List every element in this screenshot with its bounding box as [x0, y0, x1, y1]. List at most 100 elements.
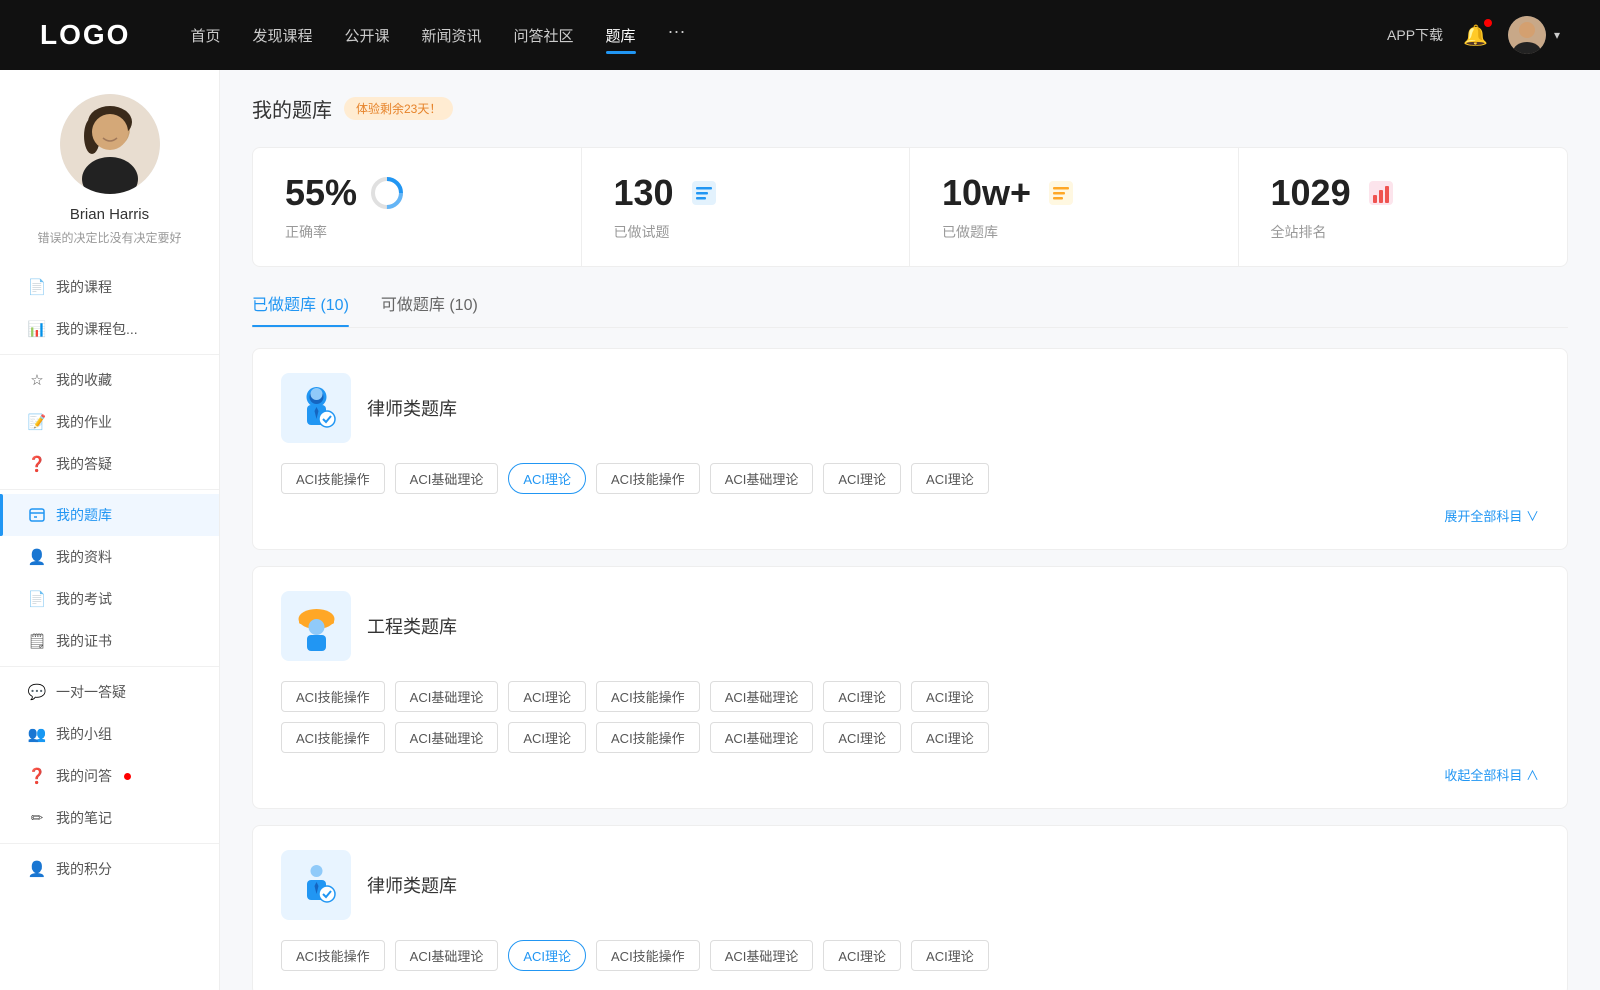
- header-right: APP下载 🔔 ▾: [1387, 16, 1560, 54]
- stat-done-questions: 130 已做试题: [582, 148, 911, 266]
- sidebar-item-label: 我的笔记: [56, 808, 112, 828]
- tag[interactable]: ACI理论: [911, 463, 989, 494]
- nav: 首页 发现课程 公开课 新闻资讯 问答社区 题库 ···: [190, 21, 1347, 50]
- tag-active[interactable]: ACI理论: [508, 463, 586, 494]
- tag[interactable]: ACI理论: [911, 940, 989, 971]
- notification-bell-icon[interactable]: 🔔: [1463, 23, 1488, 48]
- nav-more[interactable]: ···: [668, 21, 686, 50]
- sidebar-item-group[interactable]: 👥 我的小组: [0, 713, 219, 755]
- sidebar-item-label: 我的课程包...: [56, 319, 138, 339]
- engineer-icon: [281, 591, 351, 661]
- sidebar-item-questions[interactable]: ❓ 我的问答: [0, 755, 219, 797]
- expand-link-engineer[interactable]: 收起全部科目 ∧: [281, 765, 1539, 784]
- tag[interactable]: ACI技能操作: [281, 722, 385, 753]
- tag[interactable]: ACI理论: [911, 722, 989, 753]
- nav-qa[interactable]: 问答社区: [514, 21, 574, 50]
- sidebar-item-notes[interactable]: ✏ 我的笔记: [0, 797, 219, 839]
- tag[interactable]: ACI技能操作: [596, 722, 700, 753]
- tag[interactable]: ACI技能操作: [596, 940, 700, 971]
- accuracy-chart-icon: [369, 175, 405, 211]
- tab-available[interactable]: 可做题库 (10): [381, 291, 478, 327]
- main-layout: Brian Harris 错误的决定比没有决定要好 📄 我的课程 📊 我的课程包…: [0, 70, 1600, 990]
- cert-icon: 🗒: [28, 632, 46, 650]
- lawyer-icon-2: [281, 850, 351, 920]
- tag[interactable]: ACI理论: [823, 722, 901, 753]
- nav-open[interactable]: 公开课: [344, 21, 389, 50]
- sidebar-item-qa[interactable]: ❓ 我的答疑: [0, 443, 219, 485]
- stat-accuracy: 55% 正确率: [253, 148, 582, 266]
- sidebar-item-homework[interactable]: 📝 我的作业: [0, 401, 219, 443]
- homework-icon: 📝: [28, 413, 46, 431]
- question-badge: [124, 773, 131, 780]
- tag[interactable]: ACI基础理论: [710, 722, 814, 753]
- trial-badge: 体验剩余23天！: [344, 97, 453, 120]
- divider: [0, 354, 219, 355]
- user-name: Brian Harris: [70, 206, 149, 223]
- nav-discover[interactable]: 发现课程: [252, 21, 312, 50]
- notification-badge: [1484, 19, 1492, 27]
- divider: [0, 666, 219, 667]
- nav-news[interactable]: 新闻资讯: [422, 21, 482, 50]
- tag[interactable]: ACI技能操作: [281, 940, 385, 971]
- stat-banks-label: 已做题库: [942, 222, 1206, 242]
- user-avatar-button[interactable]: ▾: [1508, 16, 1560, 54]
- divider: [0, 843, 219, 844]
- expand-link-lawyer-1[interactable]: 展开全部科目 ∨: [281, 506, 1539, 525]
- list-blue-icon: [686, 175, 722, 211]
- logo: LOGO: [40, 19, 130, 51]
- tag[interactable]: ACI理论: [508, 722, 586, 753]
- tag[interactable]: ACI基础理论: [395, 681, 499, 712]
- tag[interactable]: ACI理论: [823, 681, 901, 712]
- sidebar-item-label: 一对一答疑: [56, 682, 126, 702]
- main-content: 我的题库 体验剩余23天！ 55% 正确率: [220, 70, 1600, 990]
- tag[interactable]: ACI基础理论: [710, 463, 814, 494]
- bank-card-lawyer-2: 律师类题库 ACI技能操作 ACI基础理论 ACI理论 ACI技能操作 ACI基…: [252, 825, 1568, 990]
- tag[interactable]: ACI技能操作: [281, 681, 385, 712]
- user-avatar: [60, 94, 160, 194]
- tag[interactable]: ACI理论: [823, 463, 901, 494]
- sidebar-item-cert[interactable]: 🗒 我的证书: [0, 620, 219, 662]
- sidebar-item-package[interactable]: 📊 我的课程包...: [0, 308, 219, 350]
- bank-card-engineer: 工程类题库 ACI技能操作 ACI基础理论 ACI理论 ACI技能操作 ACI基…: [252, 566, 1568, 809]
- package-icon: 📊: [28, 320, 46, 338]
- stats-row: 55% 正确率 130: [252, 147, 1568, 267]
- favorites-icon: ☆: [28, 371, 46, 389]
- sidebar-item-label: 我的答疑: [56, 454, 112, 474]
- divider: [0, 489, 219, 490]
- bank-card-header: 工程类题库: [281, 591, 1539, 661]
- nav-home[interactable]: 首页: [190, 21, 220, 50]
- sidebar-item-exam[interactable]: 📄 我的考试: [0, 578, 219, 620]
- tab-done[interactable]: 已做题库 (10): [252, 291, 349, 327]
- sidebar-item-profile[interactable]: 👤 我的资料: [0, 536, 219, 578]
- tag[interactable]: ACI基础理论: [395, 722, 499, 753]
- bank-title-lawyer-1: 律师类题库: [367, 395, 457, 421]
- tag[interactable]: ACI理论: [508, 681, 586, 712]
- sidebar-item-course[interactable]: 📄 我的课程: [0, 266, 219, 308]
- nav-bank[interactable]: 题库: [606, 21, 636, 50]
- page-title-row: 我的题库 体验剩余23天！: [252, 94, 1568, 123]
- list-yellow-icon: [1043, 175, 1079, 211]
- header: LOGO 首页 发现课程 公开课 新闻资讯 问答社区 题库 ··· APP下载 …: [0, 0, 1600, 70]
- tag[interactable]: ACI基础理论: [395, 463, 499, 494]
- stat-banks-value: 10w+: [942, 172, 1031, 214]
- bank-icon: [28, 506, 46, 524]
- sidebar-item-favorites[interactable]: ☆ 我的收藏: [0, 359, 219, 401]
- sidebar-item-label: 我的资料: [56, 547, 112, 567]
- tag[interactable]: ACI基础理论: [710, 940, 814, 971]
- sidebar-item-points[interactable]: 👤 我的积分: [0, 848, 219, 890]
- app-download-button[interactable]: APP下载: [1387, 25, 1443, 45]
- sidebar-item-label: 我的作业: [56, 412, 112, 432]
- sidebar-item-label: 我的证书: [56, 631, 112, 651]
- tag[interactable]: ACI理论: [911, 681, 989, 712]
- bar-chart-red-icon: [1363, 175, 1399, 211]
- tag[interactable]: ACI技能操作: [596, 681, 700, 712]
- tag[interactable]: ACI基础理论: [395, 940, 499, 971]
- bank-title-lawyer-2: 律师类题库: [367, 872, 457, 898]
- tag[interactable]: ACI理论: [823, 940, 901, 971]
- tag[interactable]: ACI技能操作: [281, 463, 385, 494]
- sidebar-item-oneone[interactable]: 💬 一对一答疑: [0, 671, 219, 713]
- tag[interactable]: ACI基础理论: [710, 681, 814, 712]
- tag[interactable]: ACI技能操作: [596, 463, 700, 494]
- sidebar-item-bank[interactable]: 我的题库: [0, 494, 219, 536]
- tag-active[interactable]: ACI理论: [508, 940, 586, 971]
